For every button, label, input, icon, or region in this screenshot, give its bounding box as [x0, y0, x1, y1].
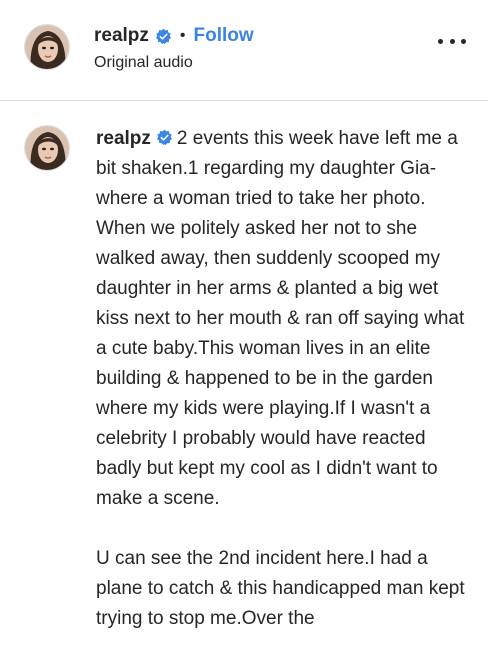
caption-paragraph-1: realpz 2 events this week have left me a…	[96, 124, 468, 514]
post-header: realpz • Follow Original audio	[0, 0, 488, 100]
more-dot	[449, 38, 455, 44]
post-caption: realpz 2 events this week have left me a…	[0, 101, 488, 650]
header-text: realpz • Follow Original audio	[94, 24, 408, 72]
more-dot	[438, 38, 443, 44]
more-dot	[461, 38, 466, 44]
more-options-icon[interactable]	[438, 36, 466, 46]
header-username[interactable]: realpz	[94, 25, 149, 47]
verified-badge-icon	[156, 126, 173, 146]
caption-avatar[interactable]	[24, 125, 70, 171]
caption-body: realpz 2 events this week have left me a…	[96, 124, 468, 634]
separator-dot: •	[179, 27, 186, 44]
original-audio-link[interactable]: Original audio	[94, 54, 408, 72]
follow-button[interactable]: Follow	[194, 25, 254, 47]
name-row: realpz • Follow	[94, 24, 408, 48]
caption-text-1: 2 events this week have left me a bit sh…	[96, 128, 465, 509]
caption-paragraph-2: U can see the 2nd incident here.I had a …	[96, 548, 465, 629]
profile-avatar[interactable]	[24, 24, 70, 70]
verified-badge-icon	[155, 28, 172, 45]
caption-username[interactable]: realpz	[96, 128, 151, 149]
